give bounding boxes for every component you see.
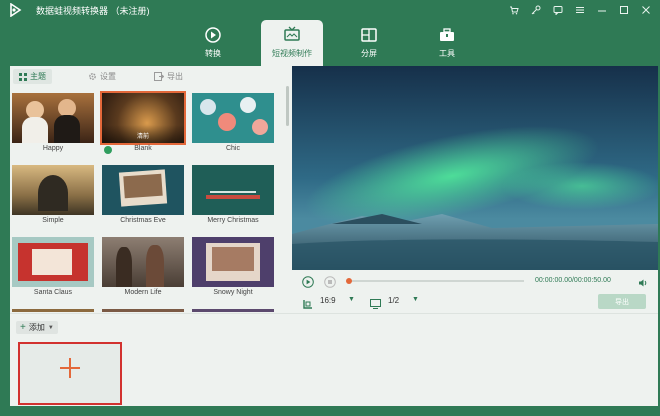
volume-button[interactable] [638,275,648,293]
theme-name: Blank [134,145,152,152]
aurora-preview-image [292,66,658,270]
key-icon[interactable] [528,2,544,18]
add-plus-icon [60,358,80,378]
add-media-dropzone[interactable] [18,342,122,405]
plus-icon: + [20,321,26,333]
theme-scrollbar[interactable] [286,86,289,126]
theme-name: Merry Christmas [207,217,259,224]
video-preview [292,66,658,270]
cart-icon[interactable] [506,2,522,18]
theme-tile-partial[interactable] [12,309,94,312]
aspect-ratio-select[interactable]: 16:9 [320,296,336,305]
app-logo-icon [10,3,22,17]
tab-short-video[interactable]: 短视频制作 [261,20,323,66]
add-button[interactable]: + 添加 ▼ [16,321,58,334]
theme-tile-christmas-eve[interactable]: Christmas Eve [102,165,184,227]
theme-name: Snowy Night [213,289,253,296]
main-tabs: 转换 短视频制作 分屏 工具 [0,20,660,66]
monitor-icon [370,296,381,314]
stop-icon [324,276,336,288]
theme-tile-merry-christmas[interactable]: Merry Christmas [192,165,274,227]
tab-convert[interactable]: 转换 [182,20,244,66]
subtab-export-label: 导出 [167,72,183,81]
content-area: 主题 设置 导出 Happy 清前 Blank Chic Simple Chri… [10,66,658,406]
theme-tile-partial[interactable] [192,309,274,312]
theme-thumb-partial [192,309,274,312]
play-icon [302,276,314,288]
theme-tile-chic[interactable]: Chic [192,93,274,155]
add-label: 添加 [28,323,45,332]
volume-icon [639,279,647,287]
subtab-settings-label: 设置 [100,72,116,81]
player-controls: 00:00:00.00/00:00:50.00 16:9 ▼ 1/2 ▼ 导出 [292,270,658,312]
title-bar: 数据蛙视频转换器 （未注册) [0,0,660,20]
tv-icon [282,26,302,44]
theme-name: Santa Claus [33,289,73,296]
time-display: 00:00:00.00/00:00:50.00 [535,277,611,284]
screen-select[interactable]: 1/2 [388,296,399,305]
play-button[interactable] [302,275,314,288]
theme-name: Happy [42,145,64,152]
progress-handle[interactable] [346,278,352,284]
theme-name: Christmas Eve [120,217,166,224]
theme-thumb-blank: 清前 [100,91,186,145]
theme-tile-blank[interactable]: 清前 Blank [100,91,186,155]
theme-thumb-partial [12,309,94,312]
theme-name: Chic [225,145,240,152]
theme-grid: Happy 清前 Blank Chic Simple Christmas Eve… [10,88,286,312]
menu-icon[interactable] [572,2,588,18]
split-screen-icon [359,26,379,44]
theme-thumb-christmas-eve [102,165,184,215]
theme-panel: 主题 设置 导出 Happy 清前 Blank Chic Simple Chri… [10,66,291,312]
theme-thumb-merry-christmas [192,165,274,215]
minimize-icon[interactable] [594,2,610,18]
theme-tile-santa-claus[interactable]: Santa Claus [12,237,94,299]
chevron-down-icon: ▼ [47,324,54,331]
gear-icon [89,73,96,80]
tab-split-screen[interactable]: 分屏 [338,20,400,66]
theme-thumb-modern-life [102,237,184,287]
progress-bar[interactable] [346,278,524,284]
sub-tabs: 主题 设置 导出 [10,66,291,87]
screen-dropdown-icon[interactable]: ▼ [412,296,419,303]
tab-split-screen-label: 分屏 [361,49,377,58]
theme-tile-partial[interactable] [102,309,184,312]
media-area: + 添加 ▼ [10,313,658,407]
theme-thumb-partial [102,309,184,312]
subtab-settings[interactable]: 设置 [88,69,116,84]
theme-thumb-chic [192,93,274,143]
subtab-theme[interactable]: 主题 [13,69,52,84]
window-footer [0,406,660,416]
grid-icon [19,72,27,81]
tab-convert-label: 转换 [205,49,221,58]
theme-name: Simple [42,217,64,224]
theme-thumb-simple [12,165,94,215]
tab-short-video-label: 短视频制作 [272,49,312,58]
chat-icon[interactable] [550,2,566,18]
export-button[interactable]: 导出 [598,294,646,309]
export-icon [154,72,164,81]
theme-thumb-snowy-night [192,237,274,287]
subtab-theme-label: 主题 [30,72,46,81]
theme-thumb-happy [12,93,94,143]
app-title: 数据蛙视频转换器 （未注册) [36,6,150,16]
theme-tile-snowy-night[interactable]: Snowy Night [192,237,274,299]
tab-tools-label: 工具 [439,49,455,58]
theme-overlay-text: 清前 [136,134,149,140]
aspect-icon [303,296,313,314]
tab-tools[interactable]: 工具 [416,20,478,66]
convert-icon [203,26,223,44]
toolbox-icon [437,26,457,44]
theme-name: Modern Life [124,289,162,296]
close-icon[interactable] [638,2,654,18]
maximize-icon[interactable] [616,2,632,18]
aspect-dropdown-icon[interactable]: ▼ [348,296,355,303]
subtab-export[interactable]: 导出 [154,69,183,84]
theme-thumb-santa-claus [12,237,94,287]
theme-tile-modern-life[interactable]: Modern Life [102,237,184,299]
stop-button[interactable] [324,275,336,288]
theme-tile-simple[interactable]: Simple [12,165,94,227]
window-controls [506,2,654,18]
theme-tile-happy[interactable]: Happy [12,93,94,155]
